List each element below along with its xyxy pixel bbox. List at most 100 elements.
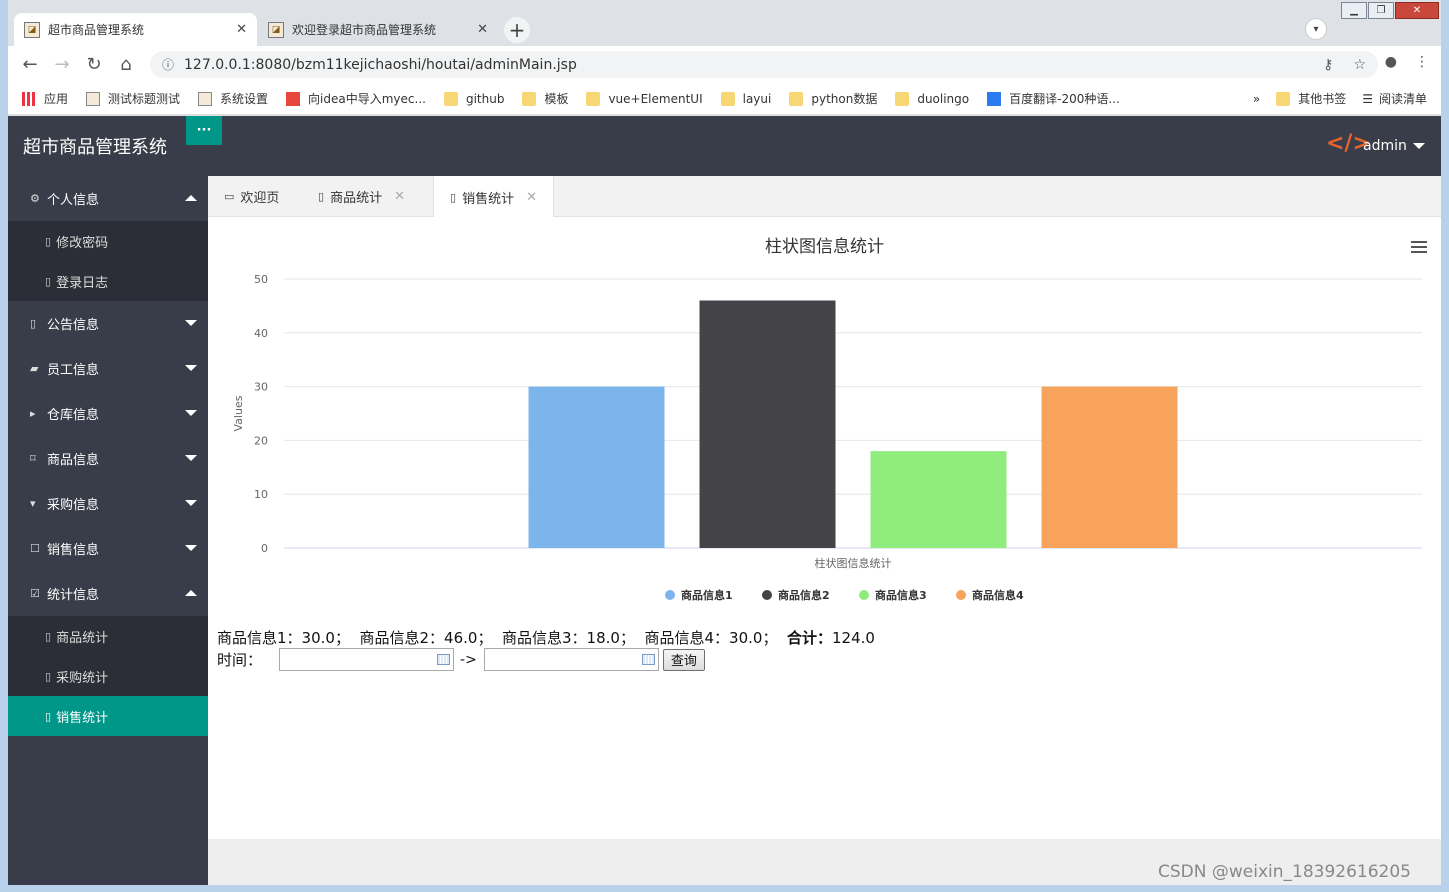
calendar-icon[interactable] — [641, 654, 655, 665]
sidebar-item-warehouse[interactable]: ▸ 仓库信息 — [8, 391, 208, 436]
bookmark-folder[interactable]: vue+ElementUI — [586, 91, 703, 106]
sidebar-item-purchase-stats[interactable]: ▯ 采购统计 — [8, 656, 208, 696]
forward-icon[interactable]: → — [46, 54, 78, 75]
legend-marker — [956, 590, 966, 600]
sidebar-item-statistics[interactable]: ☑ 统计信息 — [8, 571, 208, 616]
site-favicon-icon — [86, 91, 101, 106]
x-axis-label: 柱状图信息统计 — [815, 556, 892, 570]
browser-tab-title: 超市商品管理系统 — [48, 23, 145, 37]
end-date-field[interactable] — [483, 648, 659, 671]
other-bookmarks[interactable]: 其他书签 — [1276, 90, 1346, 107]
query-button[interactable]: 查询 — [662, 648, 705, 671]
browser-tab-login[interactable]: ◪ 欢迎登录超市商品管理系统 ✕ — [258, 13, 498, 46]
user-menu[interactable]: admin — [1363, 138, 1425, 154]
file-icon: ▯ — [45, 669, 52, 683]
new-tab-button[interactable]: + — [504, 17, 530, 43]
sidebar-item-login-log[interactable]: ▯ 登录日志 — [8, 261, 208, 301]
summary-item: 商品信息4：30.0； — [644, 629, 778, 647]
close-icon[interactable]: ✕ — [394, 189, 405, 204]
back-icon[interactable]: ← — [14, 54, 46, 75]
star-icon[interactable]: ☆ — [1353, 57, 1366, 73]
sidebar-item-change-password[interactable]: ▯ 修改密码 — [8, 221, 208, 261]
bookmark-folder[interactable]: 模板 — [522, 90, 568, 107]
url-text[interactable]: 127.0.0.1:8080/bzm11kejichaoshi/houtai/a… — [184, 57, 577, 73]
close-window-button[interactable]: ✕ — [1395, 2, 1439, 19]
bookmarks-overflow-button[interactable]: » — [1253, 92, 1260, 106]
sidebar-item-sales[interactable]: ☐ 销售信息 — [8, 526, 208, 571]
sidebar-item-purchase[interactable]: ▾ 采购信息 — [8, 481, 208, 526]
checkbox-icon: ☑ — [30, 587, 40, 600]
tab-welcome[interactable]: ▭ 欢迎页 — [208, 176, 295, 217]
reload-icon[interactable]: ↻ — [78, 54, 110, 75]
summary-line: 商品信息1：30.0； 商品信息2：46.0； 商品信息3：18.0； 商品信息… — [217, 627, 875, 648]
y-tick-label: 40 — [254, 327, 268, 340]
summary-item: 商品信息2：46.0； — [359, 629, 493, 647]
bookmark-folder[interactable]: github — [443, 91, 504, 106]
info-icon[interactable]: ⓘ — [162, 56, 174, 73]
key-icon[interactable]: ⚷ — [1323, 57, 1333, 73]
apps-grid-icon — [22, 91, 36, 106]
sidebar-item-goods-stats[interactable]: ▯ 商品统计 — [8, 616, 208, 656]
close-icon[interactable]: ✕ — [526, 190, 537, 205]
app-header: 超市商品管理系统 ··· </> admin — [8, 116, 1441, 176]
bar-4 — [1041, 386, 1178, 548]
sidebar-item-sales-stats[interactable]: ▯ 销售统计 — [8, 696, 208, 736]
close-icon[interactable]: ✕ — [236, 22, 247, 37]
caret-up-icon — [185, 195, 197, 201]
bookmark-folder[interactable]: duolingo — [895, 91, 969, 106]
sidebar-item-notice[interactable]: ▯ 公告信息 — [8, 301, 208, 346]
address-bar[interactable]: ⓘ 127.0.0.1:8080/bzm11kejichaoshi/houtai… — [150, 51, 1378, 78]
range-separator: -> — [460, 651, 477, 668]
tab-search-icon[interactable]: ▾ — [1305, 18, 1327, 40]
chart-menu-icon[interactable] — [1411, 241, 1427, 256]
app-title: 超市商品管理系统 — [23, 137, 167, 158]
bookmark-folder[interactable]: layui — [720, 91, 771, 106]
folder-icon: ▰ — [30, 362, 39, 375]
folder-icon — [443, 91, 458, 106]
bookmark-item[interactable]: 测试标题测试 — [86, 90, 180, 107]
reading-list[interactable]: ☰ 阅读清单 — [1362, 90, 1427, 107]
browser-tab-title: 欢迎登录超市商品管理系统 — [292, 23, 437, 37]
sidebar-item-goods[interactable]: ⌑ 商品信息 — [8, 436, 208, 481]
y-tick-label: 30 — [254, 381, 268, 394]
sidebar-item-staff[interactable]: ▰ 员工信息 — [8, 346, 208, 391]
caret-down-icon — [185, 320, 197, 326]
menu-toggle-button[interactable]: ··· — [186, 116, 222, 145]
start-date-field[interactable] — [279, 648, 455, 671]
caret-down-icon — [185, 365, 197, 371]
profile-icon[interactable]: ● — [1385, 54, 1397, 70]
caret-down-icon — [185, 545, 197, 551]
translate-favicon-icon — [987, 91, 1002, 106]
page-tab-bar: ▭ 欢迎页 ▯ 商品统计 ✕ ▯ 销售统计 ✕ — [208, 176, 1441, 218]
y-tick-label: 50 — [254, 273, 268, 286]
file-icon: ▯ — [45, 274, 52, 288]
file-icon: ▯ — [45, 629, 52, 643]
triangle-right-icon: ▸ — [30, 407, 36, 420]
chart-title: 柱状图信息统计 — [765, 237, 884, 257]
total-label: 合计： — [787, 629, 833, 647]
close-icon[interactable]: ✕ — [477, 22, 488, 37]
sidebar: ⚙ 个人信息 ▯ 修改密码 ▯ 登录日志 ▯ 公告信息 ▰ 员工信息 ▸ 仓库信息 ⌑ 商品信… — [8, 176, 208, 885]
kebab-menu-icon[interactable]: ⋮ — [1415, 54, 1429, 70]
maximize-button[interactable]: ❐ — [1368, 2, 1394, 19]
bookmark-item[interactable]: 向idea中导入myec... — [286, 90, 426, 107]
file-icon: ▯ — [30, 317, 37, 330]
tag-icon: ⌑ — [30, 452, 36, 465]
sidebar-item-personal[interactable]: ⚙ 个人信息 — [8, 176, 208, 221]
bookmark-folder[interactable]: python数据 — [789, 90, 877, 107]
minimize-button[interactable]: ▁ — [1341, 2, 1367, 19]
square-icon: ☐ — [30, 542, 40, 555]
y-tick-label: 20 — [254, 434, 268, 447]
bookmark-item[interactable]: 百度翻译-200种语... — [987, 90, 1120, 107]
calendar-icon[interactable] — [437, 654, 451, 665]
y-tick-label: 10 — [254, 488, 268, 501]
window-icon: ▭ — [224, 190, 235, 203]
bookmark-item[interactable]: 系统设置 — [198, 90, 268, 107]
legend-label: 商品信息4 — [972, 588, 1024, 602]
home-icon[interactable]: ⌂ — [110, 54, 142, 75]
bookmark-apps[interactable]: 应用 — [22, 90, 68, 107]
tab-sales-stats[interactable]: ▯ 销售统计 ✕ — [433, 176, 554, 218]
app-favicon-icon: ◪ — [24, 21, 40, 38]
tab-goods-stats[interactable]: ▯ 商品统计 ✕ — [302, 176, 421, 217]
browser-tab-main[interactable]: ◪ 超市商品管理系统 ✕ — [14, 13, 257, 46]
